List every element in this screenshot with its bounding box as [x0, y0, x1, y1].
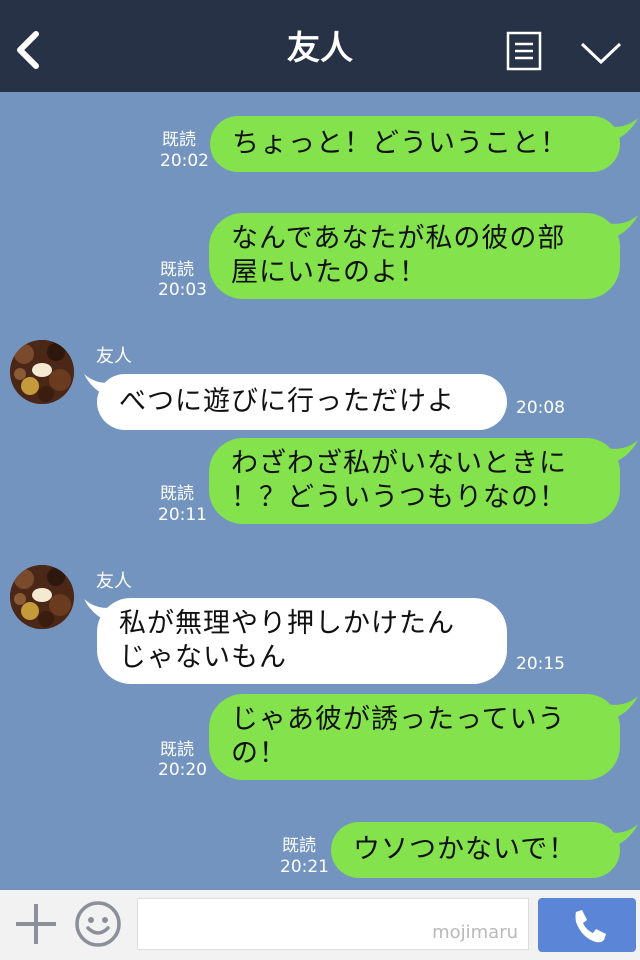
read-status: 既読 — [160, 260, 194, 280]
watermark: mojimaru — [432, 922, 518, 943]
add-button[interactable] — [14, 902, 58, 946]
message-text: ウソつかないで！ — [353, 834, 577, 865]
read-status: 既読 — [160, 740, 194, 760]
message-text-line: なんであなたが私の彼の部 — [231, 223, 566, 254]
back-chevron-icon — [17, 31, 39, 69]
message-time: 20:21 — [280, 857, 329, 877]
collapse-button[interactable] — [578, 36, 624, 68]
message-bubble-mine[interactable]: わざわざ私がいないときに ！？どういうつもりなの！ — [209, 438, 620, 524]
message-time: 20:03 — [158, 280, 207, 300]
read-status: 既読 — [160, 484, 194, 504]
input-bar: mojimaru — [0, 890, 640, 960]
menu-list-icon — [506, 31, 542, 71]
message-bubble-mine[interactable]: じゃあ彼が誘ったっていう の！ — [209, 694, 620, 780]
message-text-line: わざわざ私がいないときに — [231, 448, 567, 479]
message-text-line: じゃないもん — [119, 642, 287, 673]
smiley-icon — [75, 901, 121, 947]
read-status: 既読 — [162, 130, 196, 150]
message-bubble-mine[interactable]: ちょっと！どういうこと！ — [210, 116, 620, 172]
chocolate-avatar-icon — [10, 565, 74, 629]
phone-icon — [575, 910, 606, 943]
read-status: 既読 — [282, 836, 316, 856]
avatar[interactable] — [10, 565, 74, 629]
back-button[interactable] — [12, 28, 48, 72]
message-text-line: じゃあ彼が誘ったっていう — [231, 704, 566, 735]
call-button[interactable] — [538, 898, 636, 952]
message-input[interactable]: mojimaru — [137, 898, 529, 950]
message-time: 20:11 — [158, 505, 207, 525]
message-time: 20:08 — [516, 398, 565, 418]
message-time: 20:02 — [160, 151, 209, 171]
chocolate-avatar-icon — [10, 340, 74, 404]
menu-button[interactable] — [506, 31, 542, 71]
message-text-line: の！ — [231, 738, 287, 769]
message-time: 20:20 — [158, 760, 207, 780]
message-text-line: ！？どういうつもりなの！ — [231, 482, 567, 513]
plus-icon — [16, 904, 56, 944]
message-bubble-mine[interactable]: なんであなたが私の彼の部 屋にいたのよ！ — [209, 213, 620, 299]
message-time: 20:15 — [516, 654, 565, 674]
message-text-line: 屋にいたのよ！ — [231, 257, 427, 288]
sender-name: 友人 — [96, 571, 132, 592]
message-bubble-mine[interactable]: ウソつかないで！ — [331, 822, 620, 878]
message-bubble-theirs[interactable]: べつに遊びに行っただけよ — [97, 374, 507, 430]
chat-header: 友人 — [0, 0, 640, 92]
message-text-line: 私が無理やり押しかけたん — [119, 608, 455, 639]
chat-title: 友人 — [287, 28, 353, 67]
message-bubble-theirs[interactable]: 私が無理やり押しかけたん じゃないもん — [97, 598, 507, 684]
message-text: ちょっと！どういうこと！ — [232, 128, 568, 159]
message-text: べつに遊びに行っただけよ — [119, 386, 455, 417]
chevron-down-icon — [580, 42, 622, 65]
avatar[interactable] — [10, 340, 74, 404]
emoji-button[interactable] — [74, 900, 122, 948]
sender-name: 友人 — [96, 346, 132, 367]
